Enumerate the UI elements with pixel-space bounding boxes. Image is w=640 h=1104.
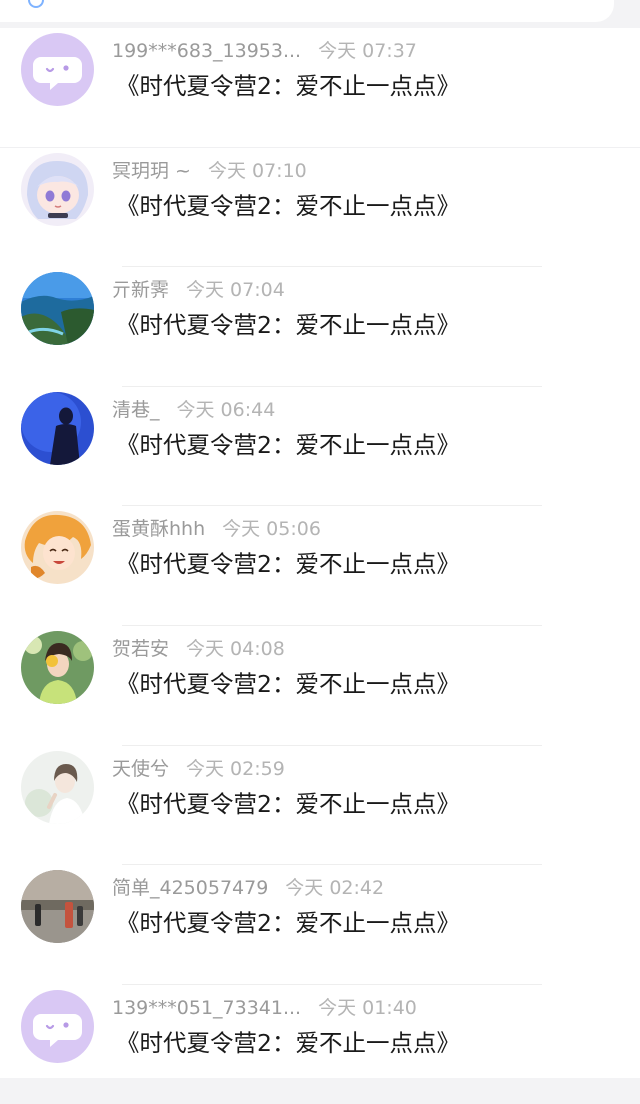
- anime-orange-avatar: [21, 511, 94, 585]
- message-text: 《时代夏令营2：爱不止一点点》: [116, 789, 460, 818]
- timestamp: 今天 02:42: [285, 877, 385, 900]
- username[interactable]: 贺若安 今天 04:08: [112, 638, 285, 660]
- avatar[interactable]: [21, 33, 94, 106]
- timestamp: 今天 07:37: [318, 40, 417, 62]
- timestamp: 今天 07:10: [207, 159, 307, 182]
- username[interactable]: 199***683_13953... 今天 07:37: [112, 40, 417, 62]
- avatar[interactable]: [21, 750, 94, 824]
- street-photo-avatar: [21, 870, 94, 944]
- avatar[interactable]: [21, 630, 94, 704]
- search-bar[interactable]: [0, 0, 614, 22]
- timestamp: 今天 01:40: [318, 996, 417, 1019]
- search-icon: [28, 0, 44, 8]
- username[interactable]: 蛋黄酥hhh 今天 05:06: [112, 518, 321, 540]
- list-item[interactable]: 清巷_ 今天 06:44 《时代夏令营2：爱不止一点点》: [0, 387, 640, 507]
- blue-silhouette-avatar: [21, 391, 94, 465]
- list-item[interactable]: 天使兮 今天 02:59 《时代夏令营2：爱不止一点点》: [0, 746, 640, 866]
- username[interactable]: 清巷_ 今天 06:44: [112, 399, 275, 421]
- avatar[interactable]: [21, 870, 94, 944]
- timestamp: 今天 05:06: [222, 518, 321, 541]
- message-text: 《时代夏令营2：爱不止一点点》: [116, 72, 460, 100]
- default-bot-icon: [21, 33, 94, 106]
- message-text: 《时代夏令营2：爱不止一点点》: [116, 669, 460, 698]
- avatar[interactable]: [21, 989, 94, 1063]
- username[interactable]: 天使兮 今天 02:59: [112, 758, 285, 780]
- avatar[interactable]: [21, 152, 94, 226]
- girl-flowers-avatar: [21, 630, 94, 704]
- username[interactable]: 139***051_73341... 今天 01:40: [112, 997, 417, 1019]
- timestamp: 今天 04:08: [186, 637, 285, 660]
- avatar[interactable]: [21, 272, 94, 346]
- list-item[interactable]: 蛋黄酥hhh 今天 05:06 《时代夏令营2：爱不止一点点》: [0, 506, 640, 626]
- list-item[interactable]: 贺若安 今天 04:08 《时代夏令营2：爱不止一点点》: [0, 626, 640, 746]
- username[interactable]: 简单_425057479 今天 02:42: [112, 877, 384, 899]
- message-text: 《时代夏令营2：爱不止一点点》: [116, 909, 460, 938]
- avatar[interactable]: [21, 511, 94, 585]
- timestamp: 今天 02:59: [186, 757, 285, 780]
- message-text: 《时代夏令营2：爱不止一点点》: [116, 430, 460, 459]
- anime-girl-avatar: [21, 152, 94, 226]
- message-text: 《时代夏令营2：爱不止一点点》: [116, 191, 460, 220]
- message-text: 《时代夏令营2：爱不止一点点》: [116, 311, 460, 340]
- list-item[interactable]: 冥玥玥 ~ 今天 07:10 《时代夏令营2：爱不止一点点》: [0, 148, 640, 268]
- avatar[interactable]: [21, 391, 94, 465]
- list-item[interactable]: 亓新霁 今天 07:04 《时代夏令营2：爱不止一点点》: [0, 267, 640, 387]
- list-item[interactable]: 简单_425057479 今天 02:42 《时代夏令营2：爱不止一点点》: [0, 865, 640, 985]
- seaside-landscape-avatar: [21, 272, 94, 346]
- username[interactable]: 冥玥玥 ~ 今天 07:10: [112, 160, 307, 182]
- default-bot-icon: [21, 989, 94, 1063]
- timestamp: 今天 07:04: [186, 279, 285, 302]
- list-item[interactable]: 139***051_73341... 今天 01:40 《时代夏令营2：爱不止一点…: [0, 985, 640, 1104]
- message-text: 《时代夏令营2：爱不止一点点》: [116, 550, 460, 579]
- pale-portrait-avatar: [21, 750, 94, 824]
- list-item[interactable]: 199***683_13953... 今天 07:37 《时代夏令营2：爱不止一点…: [0, 28, 640, 148]
- message-text: 《时代夏令营2：爱不止一点点》: [116, 1028, 460, 1057]
- timestamp: 今天 06:44: [176, 398, 276, 421]
- username[interactable]: 亓新霁 今天 07:04: [112, 279, 285, 301]
- comment-list: 199***683_13953... 今天 07:37 《时代夏令营2：爱不止一点…: [0, 28, 640, 1078]
